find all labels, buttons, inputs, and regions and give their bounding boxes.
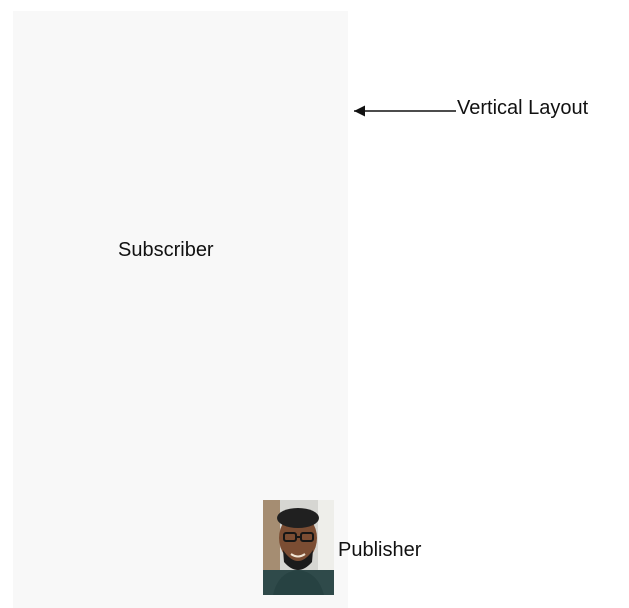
subscriber-label: Subscriber	[118, 239, 214, 261]
publisher-person-image	[263, 500, 334, 595]
publisher-video-tile	[263, 500, 334, 595]
callout-arrow-icon	[354, 105, 456, 117]
publisher-label: Publisher	[338, 539, 422, 561]
vertical-layout-label: Vertical Layout	[457, 97, 589, 119]
